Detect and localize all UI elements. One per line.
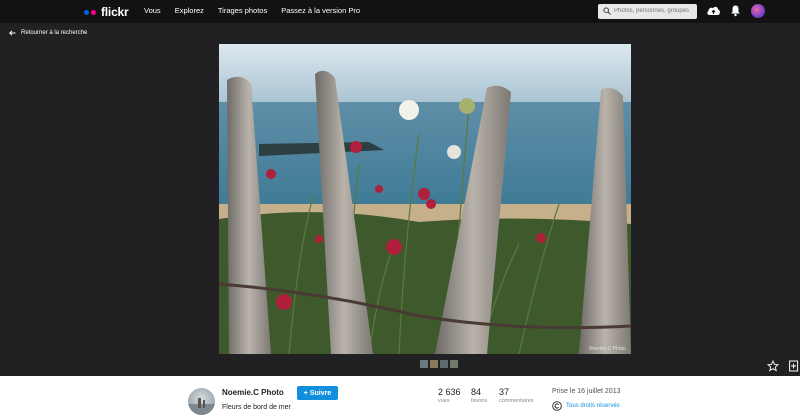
comments-label: commentaires [499,398,534,404]
thumbnail-2[interactable] [430,360,438,368]
favorite-star-icon[interactable] [767,360,779,372]
comments-count: 37 [499,387,510,397]
flickr-logo[interactable]: flickr [84,5,129,19]
faves-label: favoris [471,398,488,404]
notifications-bell-icon[interactable] [730,4,741,17]
nav-item-explore[interactable]: Explorez [175,6,204,15]
faves-stat[interactable]: 84 favoris [471,387,487,405]
back-to-search-link[interactable]: Retourner à la recherche [9,30,87,36]
upload-cloud-icon[interactable] [706,4,721,18]
comments-stat[interactable]: 37 commentaires [499,387,534,405]
owner-avatar-image [188,398,215,415]
search-input[interactable] [614,5,694,17]
logo-text: flickr [101,5,129,19]
nav-item-you[interactable]: Vous [144,6,161,15]
copyright-icon [552,401,562,411]
views-label: vues [438,398,450,404]
main-nav: Vous Explorez Tirages photos Passez à la… [144,6,360,15]
nav-item-prints[interactable]: Tirages photos [218,6,267,15]
photo-image: Noemie.C Photo [219,44,631,354]
search-box[interactable] [598,4,697,19]
top-navigation-bar: flickr Vous Explorez Tirages photos Pass… [0,0,800,23]
main-photo[interactable]: Noemie.C Photo [219,44,631,354]
back-link-label: Retourner à la recherche [21,30,88,36]
views-stat: 2 636 vues [438,387,461,405]
owner-avatar[interactable] [188,388,215,415]
follow-button[interactable]: + Suivre [297,386,338,400]
thumbnail-1[interactable] [420,360,428,368]
thumbnail-4[interactable] [450,360,458,368]
photo-info-bar [0,376,800,416]
nav-item-pro[interactable]: Passez à la version Pro [281,6,360,15]
user-avatar[interactable] [751,4,765,18]
thumbnail-3[interactable] [440,360,448,368]
search-icon [603,7,611,15]
faves-count: 84 [471,387,482,397]
photo-thumbnail-strip [420,360,458,368]
license-text[interactable]: Tous droits réservés [566,403,620,409]
owner-name[interactable]: Noemie.C Photo [222,388,284,397]
add-to-gallery-icon[interactable] [789,360,799,372]
license-info[interactable]: Tous droits réservés [552,401,620,411]
date-taken: Prise le 16 juillet 2013 [552,388,621,395]
logo-pink-dot-icon [91,9,96,15]
photo-title: Fleurs de bord de mer [222,404,291,411]
photo-watermark: Noemie.C Photo [589,346,626,352]
views-count: 2 636 [438,387,461,397]
arrow-left-icon [9,30,16,36]
logo-blue-dot-icon [84,9,89,15]
